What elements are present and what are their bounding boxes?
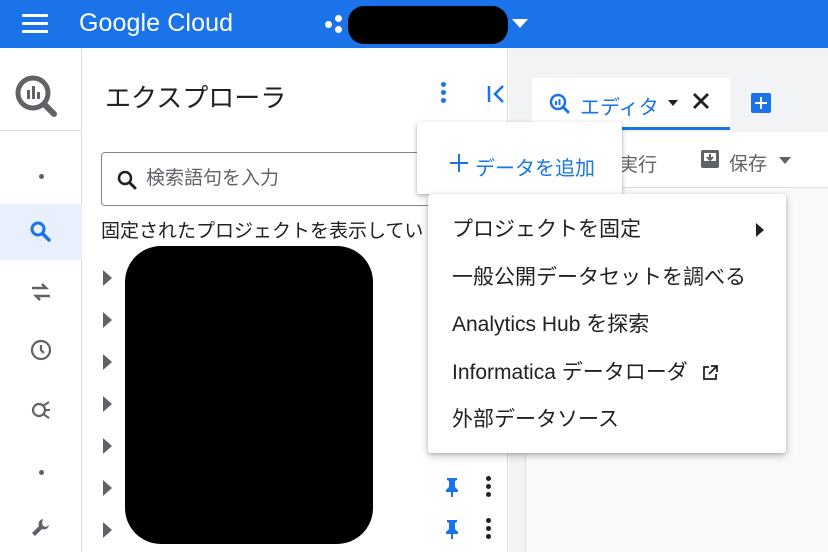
bigquery-logo-icon[interactable]	[14, 74, 58, 118]
tab-label: エディタ	[580, 97, 659, 119]
collapse-panel-icon[interactable]	[483, 82, 511, 106]
expand-arrow-icon[interactable]	[103, 396, 112, 412]
save-icon[interactable]	[699, 148, 721, 170]
explorer-title: エクスプローラ	[105, 83, 287, 113]
project-selector-redacted[interactable]	[348, 6, 508, 44]
search-input[interactable]	[146, 167, 416, 191]
menu-item-label: 一般公開データセットを調べる	[452, 265, 746, 289]
rail-item-search[interactable]	[0, 204, 82, 260]
save-button[interactable]: 保存	[729, 149, 767, 176]
rail-item-dot[interactable]	[0, 148, 82, 204]
wrench-icon	[32, 519, 49, 536]
history-clock-icon	[30, 339, 52, 361]
dot-icon	[38, 469, 44, 475]
project-list-redacted	[125, 246, 373, 544]
menu-item-label: プロジェクトを固定	[452, 218, 641, 241]
expand-arrow-icon[interactable]	[103, 354, 112, 370]
menu-item-label: Analytics Hub を探索	[452, 313, 650, 336]
pinned-projects-text: 固定されたプロジェクトを表示してい	[101, 221, 424, 242]
expand-arrow-icon[interactable]	[103, 312, 112, 328]
google-cloud-logo[interactable]: Google Cloud	[79, 9, 233, 38]
more-vert-icon[interactable]	[483, 476, 493, 498]
rail-item-transfers[interactable]	[0, 264, 82, 320]
search-icon	[30, 221, 51, 242]
add-tab-button[interactable]	[751, 93, 771, 113]
transfer-icon	[32, 283, 50, 301]
project-hub-icon[interactable]	[323, 14, 347, 34]
rail-item-history[interactable]	[0, 322, 82, 378]
menu-item-external-source[interactable]: 外部データソース	[428, 396, 786, 444]
dot-icon	[38, 173, 44, 179]
add-data-button[interactable]: データを追加	[475, 152, 595, 181]
chevron-down-icon[interactable]	[779, 157, 791, 164]
add-data-menu: プロジェクトを固定 一般公開データセットを調べる Analytics Hub を…	[428, 194, 786, 453]
rail-item-settings[interactable]	[0, 500, 82, 556]
expand-arrow-icon[interactable]	[103, 270, 112, 286]
plus-icon	[450, 154, 468, 172]
run-button[interactable]: 実行	[619, 150, 657, 177]
chevron-down-icon[interactable]	[512, 19, 528, 28]
menu-item-public-datasets[interactable]: 一般公開データセットを調べる	[428, 254, 786, 302]
more-vert-icon[interactable]	[433, 82, 453, 108]
chevron-down-icon[interactable]	[668, 100, 678, 106]
expand-arrow-icon[interactable]	[103, 438, 112, 454]
pin-icon[interactable]	[443, 518, 461, 540]
hamburger-menu-icon[interactable]	[22, 14, 48, 34]
more-vert-icon[interactable]	[483, 518, 493, 540]
submenu-arrow-icon	[756, 223, 764, 237]
top-app-bar: Google Cloud	[0, 0, 828, 48]
close-icon[interactable]	[690, 90, 712, 112]
menu-item-pin-project[interactable]: プロジェクトを固定	[428, 206, 786, 254]
rail-item-dot-2[interactable]	[0, 444, 82, 500]
rail-divider	[0, 130, 82, 131]
pin-icon[interactable]	[443, 476, 461, 498]
expand-arrow-icon[interactable]	[103, 480, 112, 496]
external-link-icon	[702, 364, 718, 380]
rail-item-analytics[interactable]	[0, 382, 82, 438]
menu-item-informatica[interactable]: Informatica データローダ	[428, 349, 786, 397]
expand-arrow-icon[interactable]	[103, 522, 112, 538]
add-data-popup: データを追加	[417, 122, 622, 194]
left-nav-rail	[0, 48, 82, 552]
menu-item-analytics-hub[interactable]: Analytics Hub を探索	[428, 301, 786, 349]
search-icon	[117, 170, 137, 190]
analytics-icon	[31, 401, 50, 419]
explorer-search[interactable]	[101, 152, 431, 206]
menu-item-label: Informatica データローダ	[452, 360, 688, 384]
menu-item-label: 外部データソース	[452, 408, 619, 431]
query-icon	[549, 93, 570, 114]
